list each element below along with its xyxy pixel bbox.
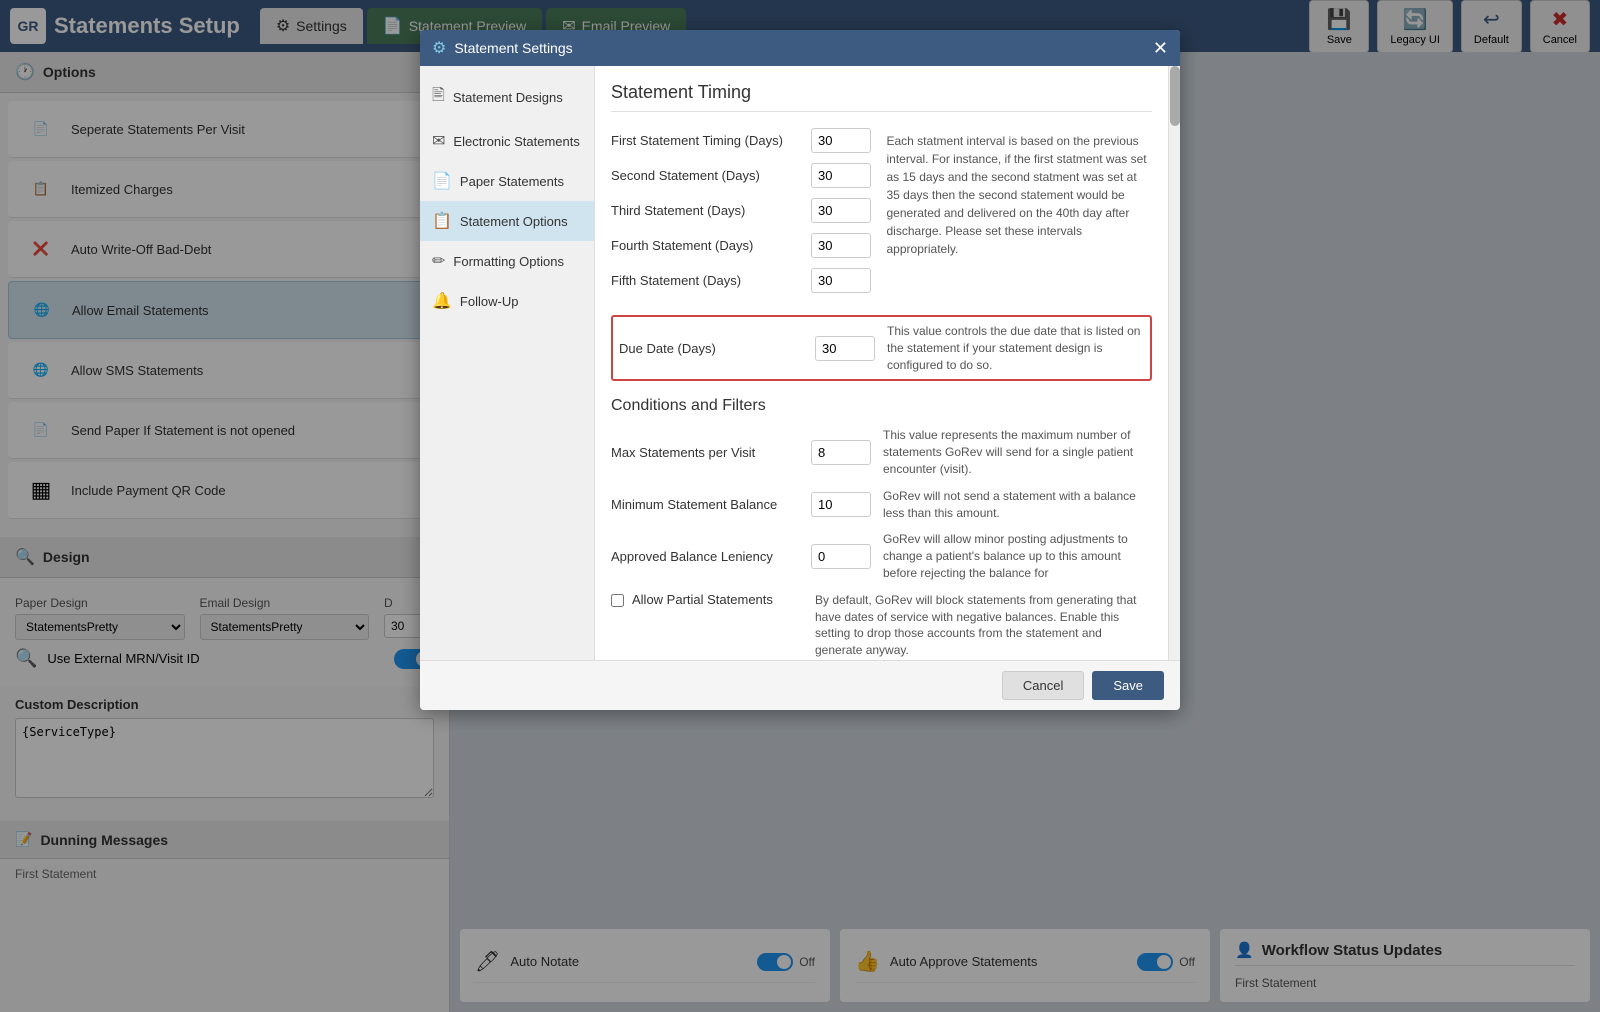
modal-close-button[interactable]: ✕ xyxy=(1153,52,1168,57)
partial-statements-checkbox[interactable] xyxy=(611,594,624,607)
statement-timing-title: Statement Timing xyxy=(611,82,1152,112)
modal-nav-paper-statements[interactable]: 📄 Paper Statements xyxy=(450,161,594,201)
max-statements-row: Max Statements per Visit This value repr… xyxy=(611,427,1152,477)
fourth-timing-input[interactable] xyxy=(811,233,871,258)
fifth-timing-input[interactable] xyxy=(811,268,871,293)
modal-nav-formatting-options[interactable]: ✏ Formatting Options xyxy=(450,241,594,281)
max-statements-input[interactable] xyxy=(811,440,871,465)
statement-options-icon: 📋 xyxy=(450,211,452,231)
modal-overlay: ⚙ Statement Settings ✕ 🖹 Statement Desig… xyxy=(450,52,1600,1012)
partial-statements-row: Allow Partial Statements By default, GoR… xyxy=(611,592,1152,659)
modal-scrollbar[interactable] xyxy=(1168,66,1180,660)
paper-statements-icon: 📄 xyxy=(450,171,452,191)
first-timing-row: First Statement Timing (Days) xyxy=(611,128,877,153)
second-timing-input[interactable] xyxy=(811,163,871,188)
modal-cancel-button[interactable]: Cancel xyxy=(1002,671,1084,700)
modal-body: 🖹 Statement Designs ✉ Electronic Stateme… xyxy=(450,66,1180,660)
third-timing-input[interactable] xyxy=(811,198,871,223)
modal-nav-statement-options[interactable]: 📋 Statement Options xyxy=(450,201,594,241)
timing-section: First Statement Timing (Days) Second Sta… xyxy=(611,128,1152,303)
modal-footer: Cancel Save xyxy=(450,660,1180,710)
second-timing-row: Second Statement (Days) xyxy=(611,163,877,188)
balance-leniency-input[interactable] xyxy=(811,544,871,569)
modal-save-button[interactable]: Save xyxy=(1092,671,1164,700)
timing-description: Each statment interval is based on the p… xyxy=(887,128,1153,303)
due-date-input[interactable] xyxy=(815,336,875,361)
first-timing-input[interactable] xyxy=(811,128,871,153)
modal-nav-follow-up[interactable]: 🔔 Follow-Up xyxy=(450,281,594,321)
fifth-timing-row: Fifth Statement (Days) xyxy=(611,268,877,293)
balance-leniency-row: Approved Balance Leniency GoRev will all… xyxy=(611,531,1152,581)
modal-sidebar: 🖹 Statement Designs ✉ Electronic Stateme… xyxy=(450,66,595,660)
main-content: 🕐 Options 📄 Seperate Statements Per Visi… xyxy=(0,52,1600,1012)
right-panel: ⚙ Statement Settings ✕ 🖹 Statement Desig… xyxy=(450,52,1600,1012)
due-date-row: Due Date (Days) This value controls the … xyxy=(611,315,1152,381)
modal-nav-electronic-statements[interactable]: ✉ Electronic Statements xyxy=(450,121,594,161)
modal-title: Statement Settings xyxy=(454,52,1153,56)
min-balance-input[interactable] xyxy=(811,492,871,517)
modal-content-area: Statement Timing First Statement Timing … xyxy=(595,66,1168,660)
scrollbar-thumb[interactable] xyxy=(1170,66,1180,126)
modal-titlebar: ⚙ Statement Settings ✕ xyxy=(450,52,1180,66)
third-timing-row: Third Statement (Days) xyxy=(611,198,877,223)
follow-up-icon: 🔔 xyxy=(450,291,452,311)
min-balance-row: Minimum Statement Balance GoRev will not… xyxy=(611,488,1152,522)
fourth-timing-row: Fourth Statement (Days) xyxy=(611,233,877,258)
modal-nav-statement-designs[interactable]: 🖹 Statement Designs xyxy=(450,74,594,121)
timing-fields: First Statement Timing (Days) Second Sta… xyxy=(611,128,877,303)
modal-dialog: ⚙ Statement Settings ✕ 🖹 Statement Desig… xyxy=(450,52,1180,710)
conditions-title: Conditions and Filters xyxy=(611,397,1152,415)
